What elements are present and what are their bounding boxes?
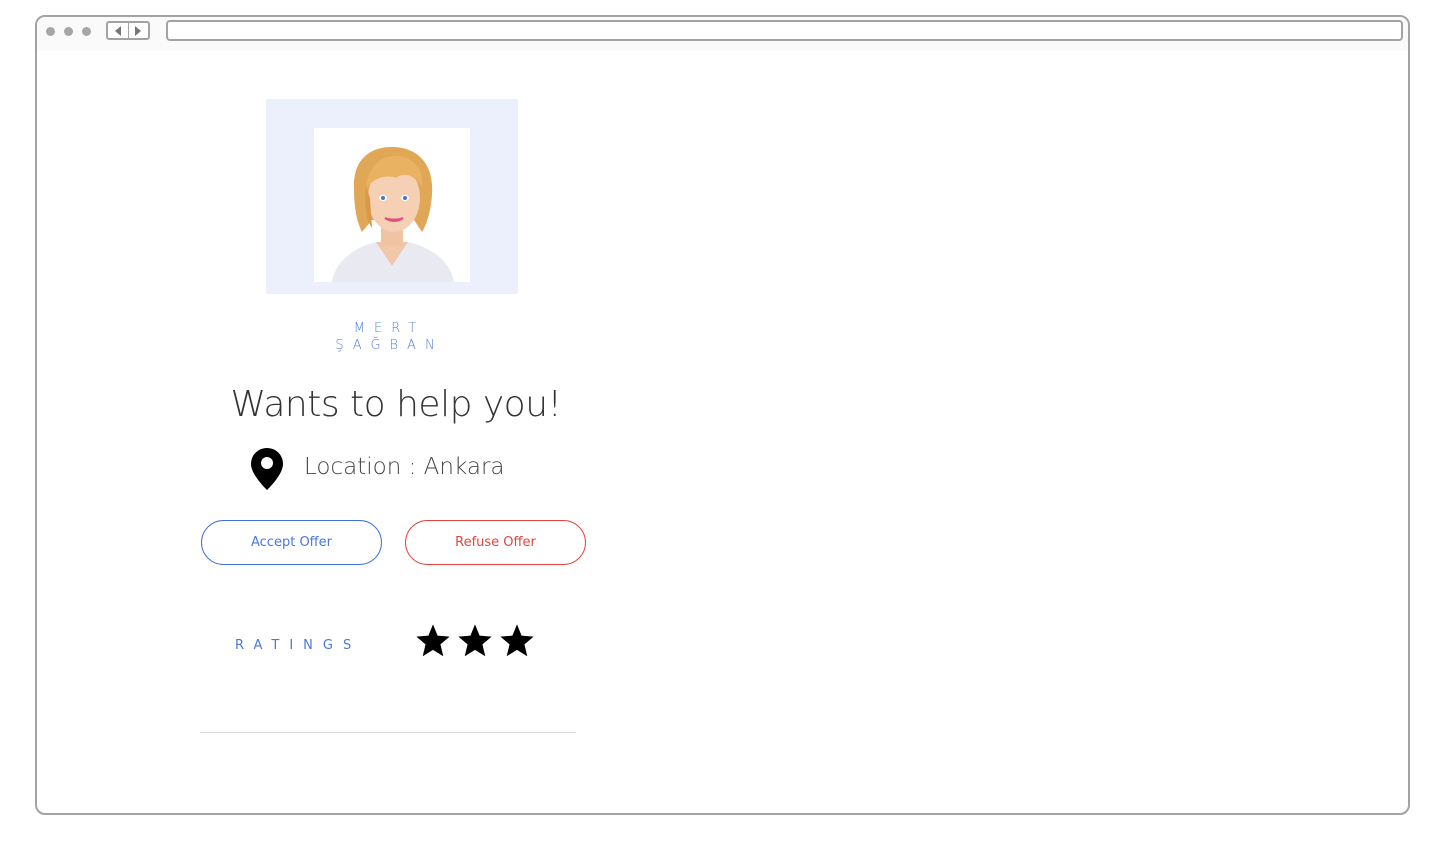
- section-divider: [200, 732, 576, 733]
- map-pin-icon: [251, 448, 283, 490]
- window-dot-icon[interactable]: [46, 27, 55, 36]
- first-name: MERT: [353, 321, 426, 336]
- window-dot-icon[interactable]: [82, 27, 91, 36]
- last-name: ŞAĞBAN: [335, 338, 444, 353]
- window-dot-icon[interactable]: [64, 27, 73, 36]
- avatar-portrait-icon: [332, 146, 454, 282]
- nav-buttons: [106, 21, 150, 40]
- accept-offer-button[interactable]: Accept Offer: [201, 520, 382, 565]
- address-bar[interactable]: [166, 20, 1403, 41]
- nav-divider: [128, 23, 129, 38]
- forward-arrow-icon[interactable]: [135, 26, 141, 36]
- star-icon: [500, 624, 534, 657]
- location-text: Location : Ankara: [304, 454, 505, 480]
- avatar: [314, 128, 470, 282]
- star-icon: [458, 624, 492, 657]
- star-icon: [416, 624, 450, 657]
- browser-toolbar: [37, 17, 1408, 51]
- refuse-offer-button[interactable]: Refuse Offer: [405, 520, 586, 565]
- back-arrow-icon[interactable]: [115, 26, 121, 36]
- helper-name: MERT ŞAĞBAN: [280, 320, 490, 354]
- page-title: Wants to help you!: [230, 384, 562, 425]
- ratings-label: RATINGS: [235, 638, 362, 653]
